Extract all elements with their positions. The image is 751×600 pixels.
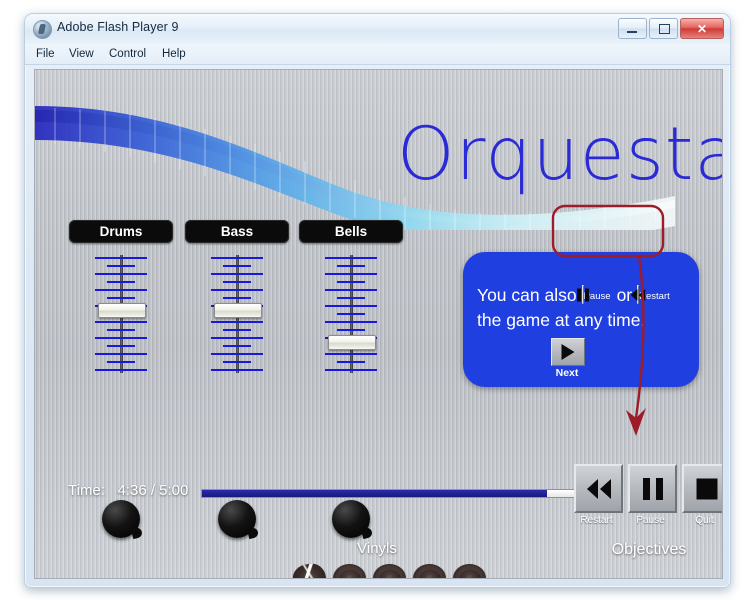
time-label: Time: (68, 482, 105, 499)
vinyl-row (291, 562, 493, 578)
menu-item-view[interactable]: View (65, 47, 98, 61)
screenshot-root: Adobe Flash Player 9 ✕ File View Control… (0, 0, 751, 600)
vinyls-title: Vinyls (357, 540, 397, 557)
channel-label-bells: Bells (299, 220, 403, 243)
restart-button-label: Restart (580, 515, 613, 526)
window-title: Adobe Flash Player 9 (57, 20, 179, 34)
vinyl (373, 564, 406, 578)
objective-item: - 2/10 Transitions (593, 578, 704, 579)
minimize-button[interactable] (618, 18, 647, 39)
progress-bar[interactable] (201, 489, 578, 498)
window-controls: ✕ (618, 18, 724, 39)
channel-label-bass: Bass (185, 220, 289, 243)
title-bar: Adobe Flash Player 9 ✕ (25, 14, 730, 44)
pause-icon (642, 477, 663, 500)
menu-item-control[interactable]: Control (105, 47, 150, 61)
close-button[interactable]: ✕ (680, 18, 724, 39)
tooltip-line-2: the game at any time. (477, 310, 646, 330)
channel-label-drums: Drums (69, 220, 173, 243)
fader-bass[interactable] (194, 255, 280, 375)
tooltip-line-1: You can also Pause or Restart (477, 280, 692, 310)
tooltip-next-label: Next (555, 367, 579, 379)
tooltip-pause-button[interactable]: Pause (576, 285, 612, 304)
vinyl (333, 564, 366, 578)
channel-bass: Bass (185, 220, 289, 540)
progress-fill (202, 490, 547, 497)
tooltip-text-before: You can also (477, 284, 577, 305)
quit-button[interactable]: Quit (682, 464, 722, 526)
fader-handle-drums[interactable] (98, 303, 146, 318)
rewind-icon (586, 478, 611, 499)
menu-item-file[interactable]: File (32, 47, 59, 61)
vinyl (413, 564, 446, 578)
maximize-button[interactable] (649, 18, 678, 39)
channel-bells: Bells (299, 220, 403, 540)
flash-player-window: Adobe Flash Player 9 ✕ File View Control… (24, 13, 731, 588)
fader-drums[interactable] (78, 255, 164, 375)
pause-icon (576, 288, 589, 301)
knob-drums[interactable] (102, 500, 144, 540)
stop-icon (696, 478, 717, 499)
fader-handle-bass[interactable] (214, 303, 262, 318)
fader-handle-bells[interactable] (328, 335, 376, 350)
knob-bass[interactable] (218, 500, 260, 540)
tooltip-restart-button[interactable]: Restart (630, 285, 670, 304)
menu-bar: File View Control Help (25, 44, 730, 65)
annotation-arrow-head (626, 408, 646, 436)
fader-bells[interactable] (308, 255, 394, 375)
vinyl-broken (291, 562, 328, 578)
quit-button-label: Quit (695, 515, 714, 526)
game-stage: Orquesta Drums Bass Bells Time: 4:36 / 5… (34, 69, 723, 579)
vinyl (453, 564, 486, 578)
knob-bells[interactable] (332, 500, 374, 540)
rewind-icon (630, 288, 646, 301)
time-readout: Time: 4:36 / 5:00 (68, 482, 188, 499)
tooltip-next-button[interactable]: Next (551, 338, 585, 379)
transport-controls: Restart Pause Quit (574, 464, 722, 526)
flash-icon (33, 20, 52, 39)
restart-button[interactable]: Restart (574, 464, 623, 526)
play-icon (561, 344, 575, 360)
pause-button-label: Pause (636, 515, 665, 526)
pause-button[interactable]: Pause (628, 464, 677, 526)
menu-item-help[interactable]: Help (158, 47, 190, 61)
time-value: 4:36 / 5:00 (117, 482, 189, 499)
channel-drums: Drums (69, 220, 173, 540)
close-icon: ✕ (696, 21, 708, 36)
page-title: Orquesta (397, 112, 723, 197)
objectives-title: Objectives (611, 541, 687, 558)
vinyls-grid (291, 562, 493, 578)
